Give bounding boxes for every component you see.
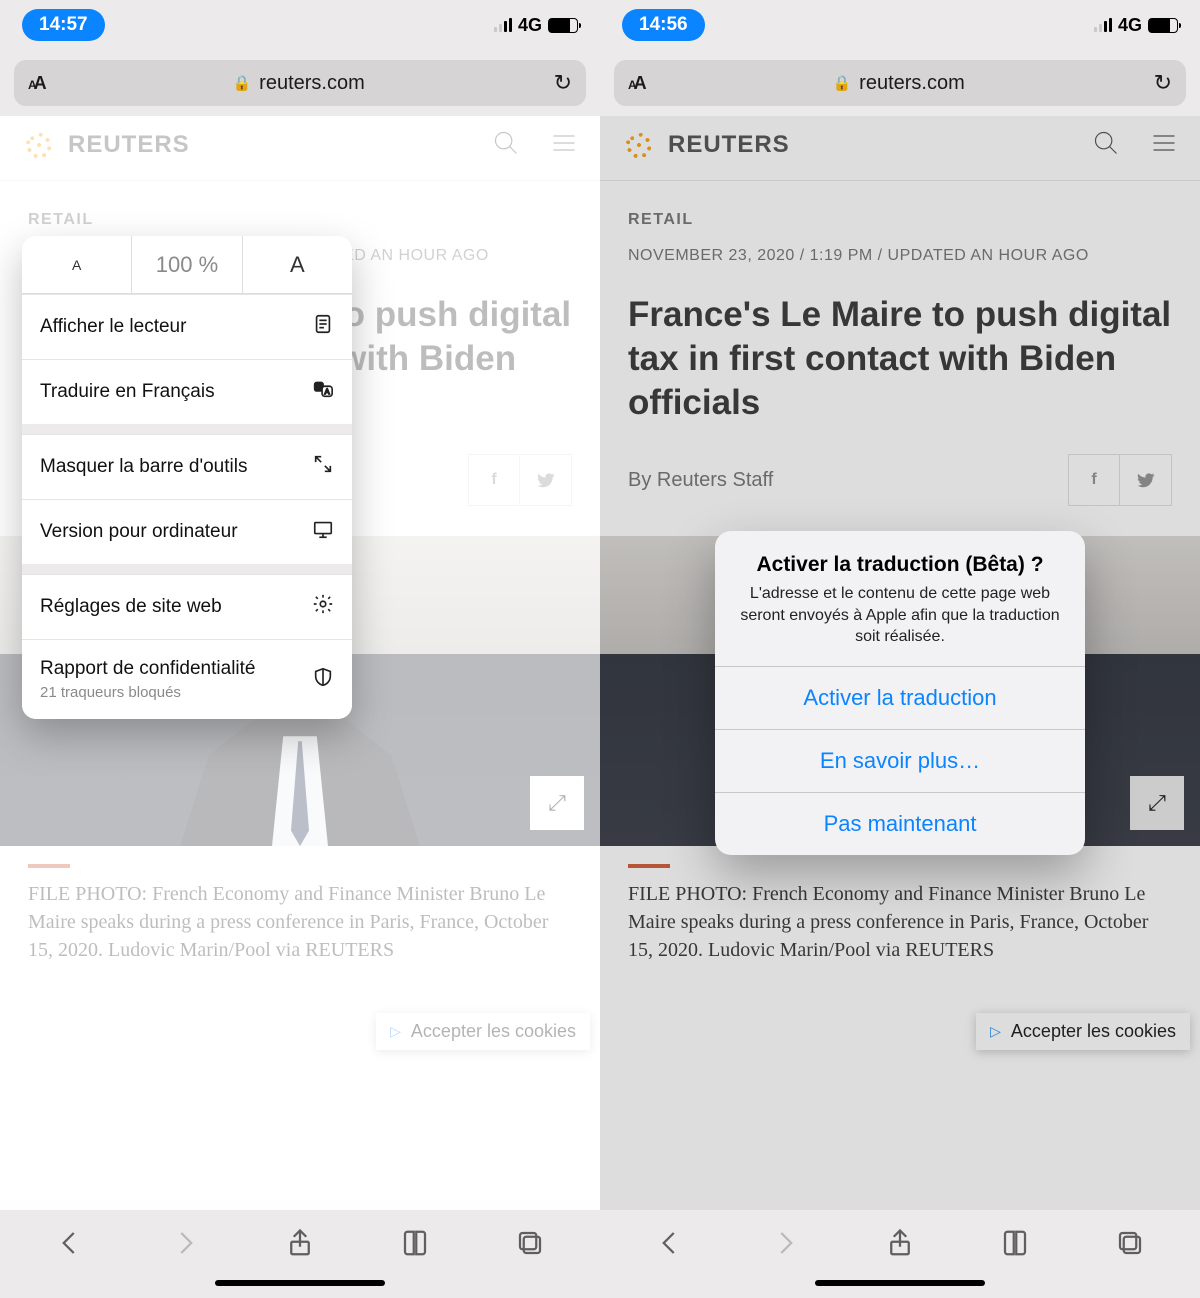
- status-right: 4G: [1094, 15, 1178, 36]
- share-button[interactable]: [885, 1228, 915, 1263]
- url-display[interactable]: 🔒 reuters.com: [54, 72, 544, 95]
- zoom-row: A 100 % A: [22, 236, 352, 294]
- share-button[interactable]: [285, 1228, 315, 1263]
- home-indicator[interactable]: [815, 1280, 985, 1286]
- lock-icon: 🔒: [832, 74, 851, 92]
- menu-site-settings-label: Réglages de site web: [40, 596, 222, 618]
- webpage: REUTERS RETAIL NOVEMBER 23, 2020 / 1:19 …: [0, 116, 600, 1210]
- reader-icon: [312, 313, 334, 341]
- text-size-icon[interactable]: AA: [28, 73, 44, 94]
- menu-desktop-label: Version pour ordinateur: [40, 521, 238, 543]
- alert-header: Activer la traduction (Bêta) ? L'adresse…: [715, 531, 1085, 666]
- menu-privacy-report[interactable]: Rapport de confidentialité 21 traqueurs …: [22, 639, 352, 719]
- zoom-increase[interactable]: A: [242, 236, 352, 293]
- menu-privacy-label: Rapport de confidentialité: [40, 658, 255, 680]
- network-label: 4G: [1118, 15, 1142, 36]
- url-bar[interactable]: AA 🔒 reuters.com ↻: [14, 60, 586, 106]
- status-time: 14:57: [22, 9, 105, 41]
- translate-icon: 文A: [312, 378, 334, 406]
- back-button[interactable]: [655, 1228, 685, 1263]
- bookmarks-button[interactable]: [400, 1228, 430, 1263]
- shield-icon: [312, 666, 334, 694]
- status-time: 14:56: [622, 9, 705, 41]
- phone-left: 14:57 4G AA 🔒 reuters.com ↻ REUTERS: [0, 0, 600, 1298]
- menu-translate[interactable]: Traduire en Français 文A: [22, 359, 352, 424]
- reload-icon[interactable]: ↻: [554, 70, 572, 96]
- menu-hide-toolbar-label: Masquer la barre d'outils: [40, 456, 247, 478]
- translate-alert: Activer la traduction (Bêta) ? L'adresse…: [715, 531, 1085, 855]
- tabs-button[interactable]: [1115, 1228, 1145, 1263]
- alert-activate-button[interactable]: Activer la traduction: [715, 666, 1085, 729]
- alert-later-button[interactable]: Pas maintenant: [715, 792, 1085, 855]
- menu-reader-label: Afficher le lecteur: [40, 316, 186, 338]
- alert-more-button[interactable]: En savoir plus…: [715, 729, 1085, 792]
- tabs-button[interactable]: [515, 1228, 545, 1263]
- url-text: reuters.com: [259, 72, 365, 95]
- signal-icon: [494, 18, 512, 32]
- signal-icon: [1094, 18, 1112, 32]
- status-right: 4G: [494, 15, 578, 36]
- desktop-icon: [312, 518, 334, 546]
- menu-desktop-site[interactable]: Version pour ordinateur: [22, 499, 352, 564]
- text-size-icon[interactable]: AA: [628, 73, 644, 94]
- status-bar: 14:56 4G: [600, 0, 1200, 50]
- lock-icon: 🔒: [232, 74, 251, 92]
- url-bar[interactable]: AA 🔒 reuters.com ↻: [614, 60, 1186, 106]
- menu-privacy-sub: 21 traqueurs bloqués: [40, 684, 255, 701]
- alert-title: Activer la traduction (Bêta) ?: [735, 553, 1065, 577]
- webpage: REUTERS RETAIL NOVEMBER 23, 2020 / 1:19 …: [600, 116, 1200, 1210]
- menu-site-settings[interactable]: Réglages de site web: [22, 574, 352, 639]
- alert-message: L'adresse et le contenu de cette page we…: [735, 583, 1065, 648]
- bookmarks-button[interactable]: [1000, 1228, 1030, 1263]
- status-bar: 14:57 4G: [0, 0, 600, 50]
- battery-icon: [548, 18, 578, 33]
- expand-arrows-icon: [312, 453, 334, 481]
- phone-right: 14:56 4G AA 🔒 reuters.com ↻ REUTERS: [600, 0, 1200, 1298]
- zoom-decrease[interactable]: A: [22, 236, 131, 293]
- svg-text:A: A: [325, 387, 330, 396]
- forward-button[interactable]: [170, 1228, 200, 1263]
- network-label: 4G: [518, 15, 542, 36]
- text-controls-popover: A 100 % A Afficher le lecteur Traduire e…: [22, 236, 352, 719]
- back-button[interactable]: [55, 1228, 85, 1263]
- url-text: reuters.com: [859, 72, 965, 95]
- url-display[interactable]: 🔒 reuters.com: [654, 72, 1144, 95]
- gear-icon: [312, 593, 334, 621]
- menu-hide-toolbar[interactable]: Masquer la barre d'outils: [22, 434, 352, 499]
- home-indicator[interactable]: [215, 1280, 385, 1286]
- battery-icon: [1148, 18, 1178, 33]
- reload-icon[interactable]: ↻: [1154, 70, 1172, 96]
- forward-button[interactable]: [770, 1228, 800, 1263]
- zoom-value: 100 %: [131, 236, 241, 293]
- menu-translate-label: Traduire en Français: [40, 381, 215, 403]
- menu-reader[interactable]: Afficher le lecteur: [22, 294, 352, 359]
